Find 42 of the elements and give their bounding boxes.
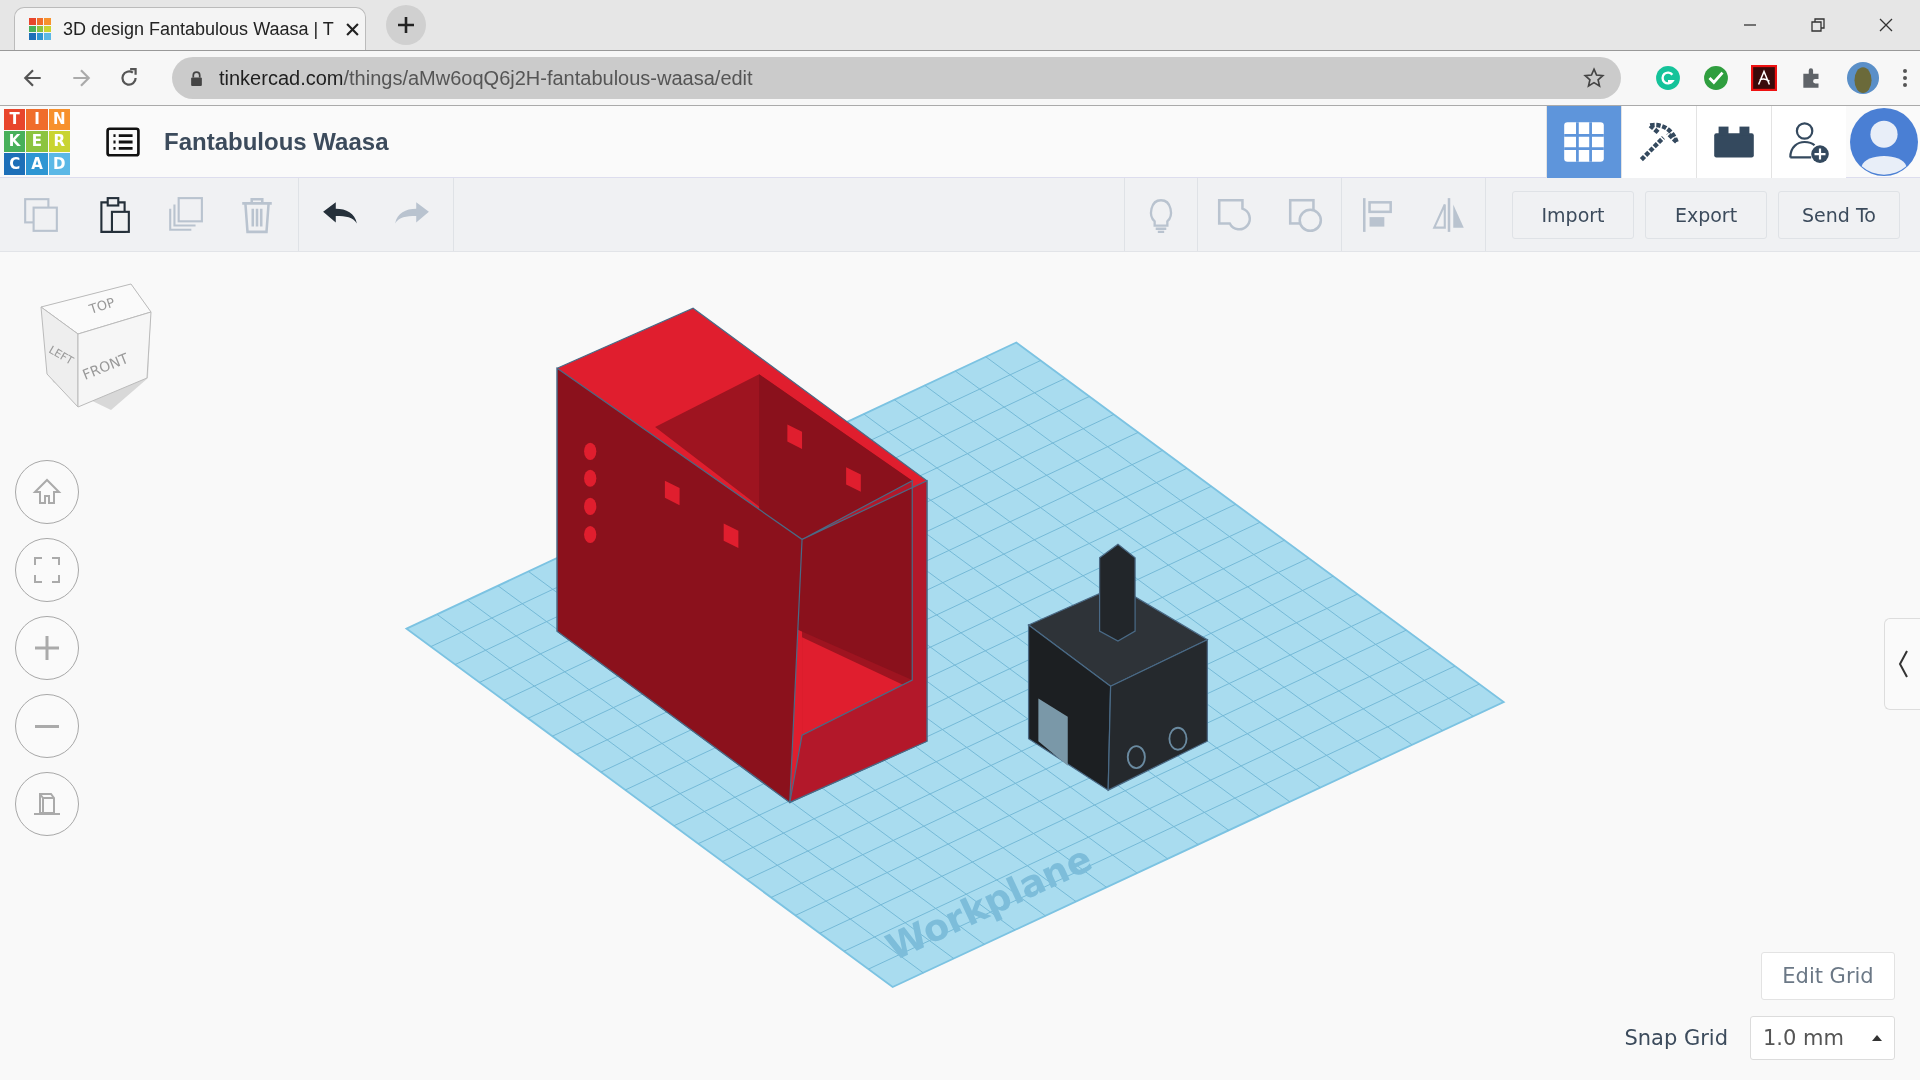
back-arrow-icon[interactable] bbox=[22, 67, 44, 89]
view-mode-button[interactable] bbox=[1621, 105, 1696, 178]
grid-icon bbox=[1562, 119, 1606, 164]
panel-toggle-button[interactable] bbox=[1884, 618, 1920, 710]
reload-icon[interactable] bbox=[118, 67, 140, 89]
address-bar[interactable]: tinkercad.com/things/aMw6oqQ6j2H-fantabulous-waasa/edit bbox=[172, 57, 1621, 99]
toolbar-button[interactable]: Send To bbox=[1778, 190, 1900, 239]
close-icon[interactable] bbox=[345, 22, 359, 36]
restore-icon[interactable] bbox=[1810, 17, 1826, 33]
edit-grid-button[interactable]: Edit Grid bbox=[1761, 952, 1895, 1000]
profile-avatar-icon[interactable] bbox=[1847, 62, 1879, 94]
add-user-icon bbox=[1787, 119, 1831, 164]
app-logo[interactable]: T I N K E R C A D bbox=[4, 108, 70, 175]
copy-icon bbox=[22, 195, 60, 234]
site-favicon-icon bbox=[29, 18, 51, 40]
browser-tab[interactable]: 3D design Fantabulous Waasa | T bbox=[14, 7, 366, 50]
chevron-left-icon bbox=[1896, 649, 1909, 679]
caret-up-icon bbox=[1872, 1035, 1882, 1041]
new-tab-icon[interactable] bbox=[386, 5, 426, 45]
snap-grid-dropdown[interactable]: 1.0 mm bbox=[1750, 1016, 1895, 1060]
toolbar-button[interactable]: Export bbox=[1645, 190, 1767, 239]
view-mode-button[interactable] bbox=[1696, 105, 1771, 178]
lock-icon bbox=[190, 70, 203, 86]
duplicate-icon bbox=[166, 195, 204, 234]
home-icon bbox=[32, 477, 62, 507]
pdf-icon[interactable] bbox=[1751, 65, 1777, 91]
tab-title: 3D design Fantabulous Waasa | T bbox=[63, 18, 334, 40]
toolbar-button[interactable]: Import bbox=[1512, 190, 1634, 239]
extension-icon[interactable] bbox=[1655, 65, 1681, 91]
zoom-out-icon bbox=[32, 724, 62, 728]
design-title[interactable]: Fantabulous Waasa bbox=[164, 127, 389, 156]
checkmark-icon[interactable] bbox=[1703, 65, 1729, 91]
user-avatar-icon[interactable] bbox=[1850, 107, 1918, 176]
list-icon[interactable] bbox=[106, 126, 140, 157]
close-icon[interactable] bbox=[1878, 17, 1894, 33]
url-text: tinkercad.com/things/aMw6oqQ6j2H-fantabulous-waasa/edit bbox=[219, 66, 754, 90]
invite-user-button[interactable] bbox=[1771, 105, 1846, 178]
forward-arrow-icon[interactable] bbox=[70, 67, 92, 89]
snap-grid-label: Snap Grid bbox=[1624, 1026, 1728, 1050]
fit-view-icon bbox=[32, 555, 62, 585]
bookmark-star-icon[interactable] bbox=[1583, 67, 1605, 89]
zoom-in-icon bbox=[32, 633, 62, 663]
